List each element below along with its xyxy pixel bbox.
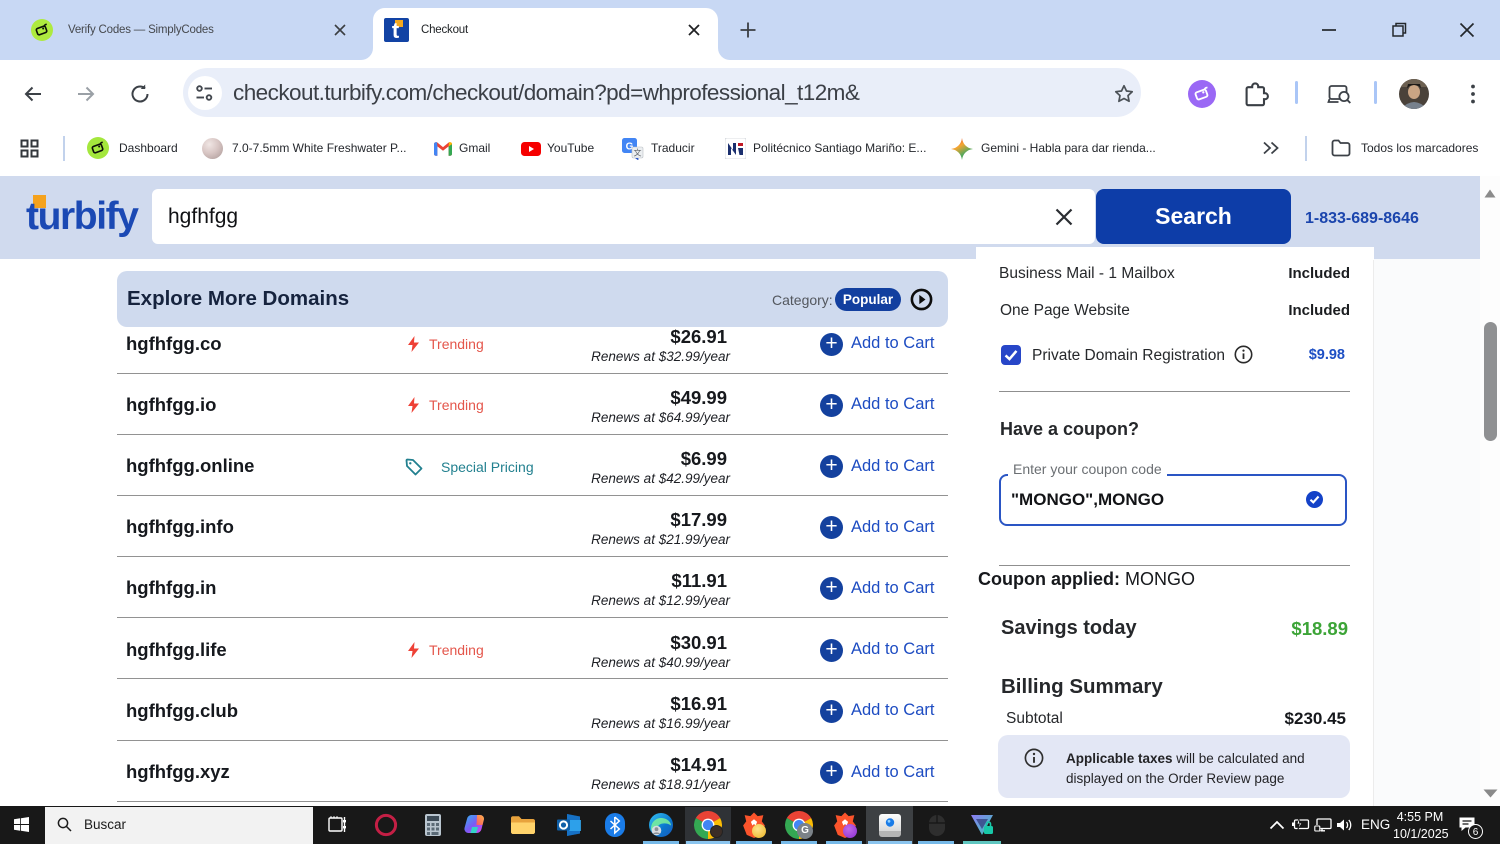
svg-text:文: 文 [634,148,642,158]
